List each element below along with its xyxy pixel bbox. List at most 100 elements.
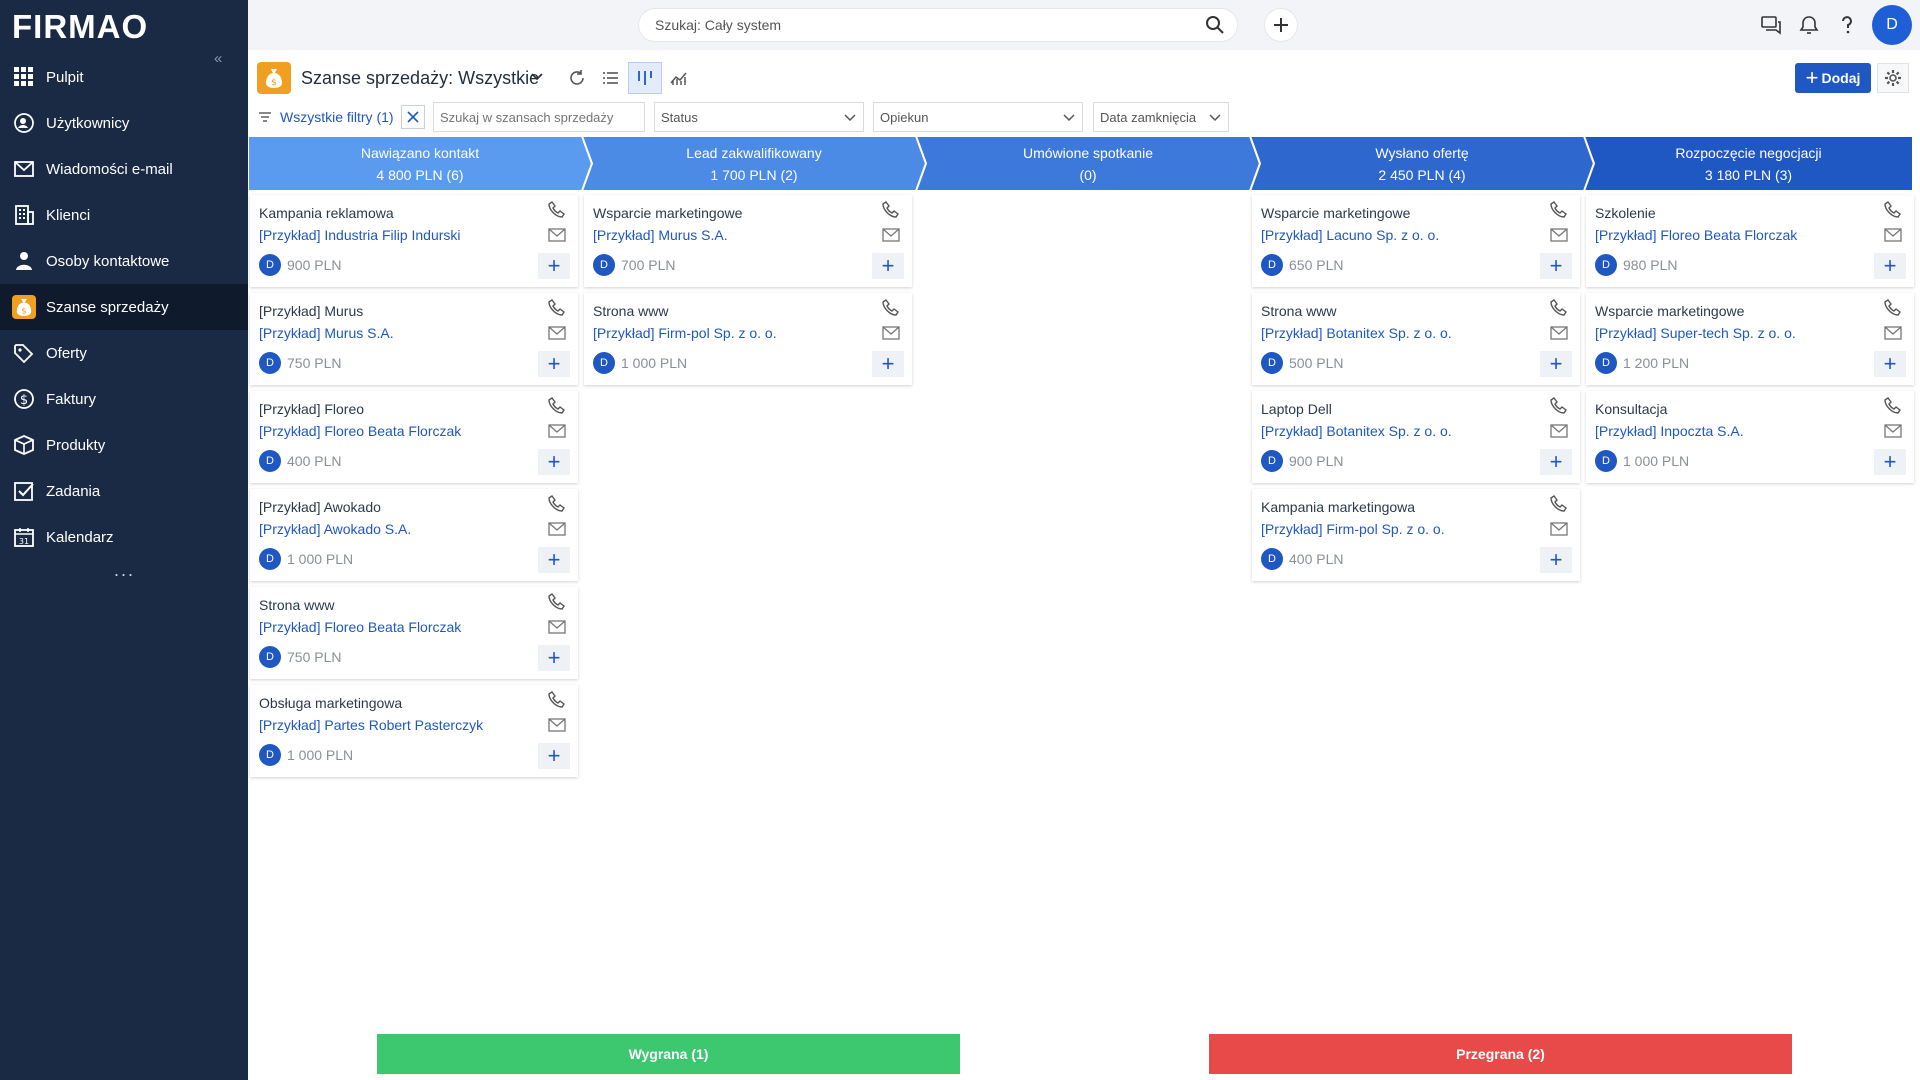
opportunity-name[interactable]: Strona www (593, 303, 668, 319)
client-link[interactable]: [Przykład] Firm-pol Sp. z o. o. (1261, 521, 1445, 537)
opportunity-name[interactable]: Strona www (259, 597, 334, 613)
won-dropzone[interactable]: Wygrana (1) (377, 1034, 960, 1074)
phone-icon[interactable] (548, 691, 566, 712)
opportunity-name[interactable]: Wsparcie marketingowe (1261, 205, 1410, 221)
client-link[interactable]: [Przykład] Partes Robert Pasterczyk (259, 717, 483, 733)
close-date-select[interactable]: Data zamknięcia (1093, 102, 1229, 132)
sidebar-item[interactable]: Użytkownicy (0, 100, 248, 146)
opportunity-card[interactable]: Konsultacja [Przykład] Inpoczta S.A. D 1 00… (1586, 391, 1914, 483)
add-action-button[interactable]: + (1874, 449, 1906, 475)
opportunity-card[interactable]: Laptop Dell [Przykład] Botanitex Sp. z o.… (1252, 391, 1580, 483)
phone-icon[interactable] (1550, 495, 1568, 516)
client-link[interactable]: [Przykład] Floreo Beata Florczak (259, 423, 461, 439)
mail-icon[interactable] (548, 227, 566, 246)
mail-icon[interactable] (1884, 423, 1902, 442)
opportunity-name[interactable]: Szkolenie (1595, 205, 1656, 221)
client-link[interactable]: [Przykład] Murus S.A. (593, 227, 728, 243)
client-link[interactable]: [Przykład] Lacuno Sp. z o. o. (1261, 227, 1439, 243)
client-link[interactable]: [Przykład] Floreo Beata Florczak (259, 619, 461, 635)
kanban-view-button[interactable] (628, 62, 662, 94)
opportunity-card[interactable]: Wsparcie marketingowe [Przykład] Murus S.… (584, 195, 912, 287)
phone-icon[interactable] (548, 495, 566, 516)
more-menu-icon[interactable]: ... (114, 560, 135, 581)
list-view-button[interactable] (594, 62, 628, 94)
mail-icon[interactable] (882, 325, 900, 344)
mail-icon[interactable] (882, 227, 900, 246)
mail-icon[interactable] (1550, 325, 1568, 344)
mail-icon[interactable] (1550, 521, 1568, 540)
opportunity-card[interactable]: Kampania marketingowa [Przykład] Firm-pol… (1252, 489, 1580, 581)
sidebar-item[interactable]: Zadania (0, 468, 248, 514)
phone-icon[interactable] (548, 201, 566, 222)
client-link[interactable]: [Przykład] Botanitex Sp. z o. o. (1261, 325, 1452, 341)
client-link[interactable]: [Przykład] Awokado S.A. (259, 521, 411, 537)
opportunity-name[interactable]: [Przykład] Murus (259, 303, 363, 319)
sidebar-item[interactable]: $ Faktury (0, 376, 248, 422)
add-action-button[interactable]: + (538, 253, 570, 279)
sidebar-item[interactable]: Klienci (0, 192, 248, 238)
opportunity-card[interactable]: [Przykład] Murus [Przykład] Murus S.A. D 75… (250, 293, 578, 385)
phone-icon[interactable] (548, 593, 566, 614)
opportunity-card[interactable]: [Przykład] Floreo [Przykład] Floreo Beata… (250, 391, 578, 483)
opportunity-name[interactable]: Laptop Dell (1261, 401, 1332, 417)
opportunity-card[interactable]: Wsparcie marketingowe [Przykład] Super-te… (1586, 293, 1914, 385)
client-link[interactable]: [Przykład] Industria Filip Indurski (259, 227, 461, 243)
add-action-button[interactable]: + (1540, 449, 1572, 475)
phone-icon[interactable] (1884, 201, 1902, 222)
opportunity-name[interactable]: [Przykład] Awokado (259, 499, 381, 515)
add-action-button[interactable]: + (538, 645, 570, 671)
client-link[interactable]: [Przykład] Firm-pol Sp. z o. o. (593, 325, 777, 341)
sidebar-item[interactable]: 31 Kalendarz (0, 514, 248, 560)
search-icon[interactable] (1205, 15, 1225, 40)
opportunity-search-input[interactable] (433, 102, 645, 132)
phone-icon[interactable] (1550, 201, 1568, 222)
mail-icon[interactable] (1884, 325, 1902, 344)
mail-icon[interactable] (548, 423, 566, 442)
app-logo[interactable]: FIRMAO (12, 8, 148, 46)
sidebar-item[interactable]: Wiadomości e-mail (0, 146, 248, 192)
opportunity-name[interactable]: Strona www (1261, 303, 1336, 319)
opportunity-name[interactable]: Obsługa marketingowa (259, 695, 402, 711)
bell-icon[interactable] (1790, 14, 1828, 36)
phone-icon[interactable] (1550, 397, 1568, 418)
client-link[interactable]: [Przykład] Botanitex Sp. z o. o. (1261, 423, 1452, 439)
add-action-button[interactable]: + (872, 351, 904, 377)
add-action-button[interactable]: + (1874, 351, 1906, 377)
refresh-button[interactable] (560, 62, 594, 94)
opportunity-card[interactable]: Obsługa marketingowa [Przykład] Partes Ro… (250, 685, 578, 777)
user-avatar[interactable]: D (1872, 5, 1912, 45)
sidebar-item[interactable]: Oferty (0, 330, 248, 376)
phone-icon[interactable] (882, 201, 900, 222)
phone-icon[interactable] (548, 397, 566, 418)
settings-button[interactable] (1877, 63, 1909, 93)
mail-icon[interactable] (1550, 423, 1568, 442)
opportunity-card[interactable]: Szkolenie [Przykład] Floreo Beata Florcza… (1586, 195, 1914, 287)
add-action-button[interactable]: + (538, 743, 570, 769)
mail-icon[interactable] (548, 521, 566, 540)
opportunity-card[interactable]: Strona www [Przykład] Firm-pol Sp. z o. o… (584, 293, 912, 385)
opportunity-name[interactable]: Kampania marketingowa (1261, 499, 1415, 515)
quick-add-button[interactable] (1265, 9, 1297, 41)
phone-icon[interactable] (1884, 299, 1902, 320)
help-icon[interactable] (1828, 14, 1866, 36)
mail-icon[interactable] (1550, 227, 1568, 246)
clear-filters-button[interactable] (401, 105, 425, 129)
all-filters-button[interactable]: Wszystkie filtry (1) (258, 102, 394, 132)
opportunity-name[interactable]: Wsparcie marketingowe (1595, 303, 1744, 319)
add-action-button[interactable]: + (1540, 547, 1572, 573)
owner-select[interactable]: Opiekun (873, 102, 1083, 132)
add-action-button[interactable]: + (538, 351, 570, 377)
mail-icon[interactable] (1884, 227, 1902, 246)
client-link[interactable]: [Przykład] Murus S.A. (259, 325, 394, 341)
client-link[interactable]: [Przykład] Inpoczta S.A. (1595, 423, 1744, 439)
chat-icon[interactable] (1752, 14, 1790, 36)
add-action-button[interactable]: + (538, 547, 570, 573)
client-link[interactable]: [Przykład] Floreo Beata Florczak (1595, 227, 1797, 243)
add-action-button[interactable]: + (538, 449, 570, 475)
client-link[interactable]: [Przykład] Super-tech Sp. z o. o. (1595, 325, 1796, 341)
page-title[interactable]: Szanse sprzedaży: Wszystkie (301, 68, 539, 89)
add-action-button[interactable]: + (1874, 253, 1906, 279)
sidebar-item[interactable]: Produkty (0, 422, 248, 468)
opportunity-card[interactable]: Wsparcie marketingowe [Przykład] Lacuno S… (1252, 195, 1580, 287)
add-opportunity-button[interactable]: + Dodaj (1795, 63, 1871, 93)
